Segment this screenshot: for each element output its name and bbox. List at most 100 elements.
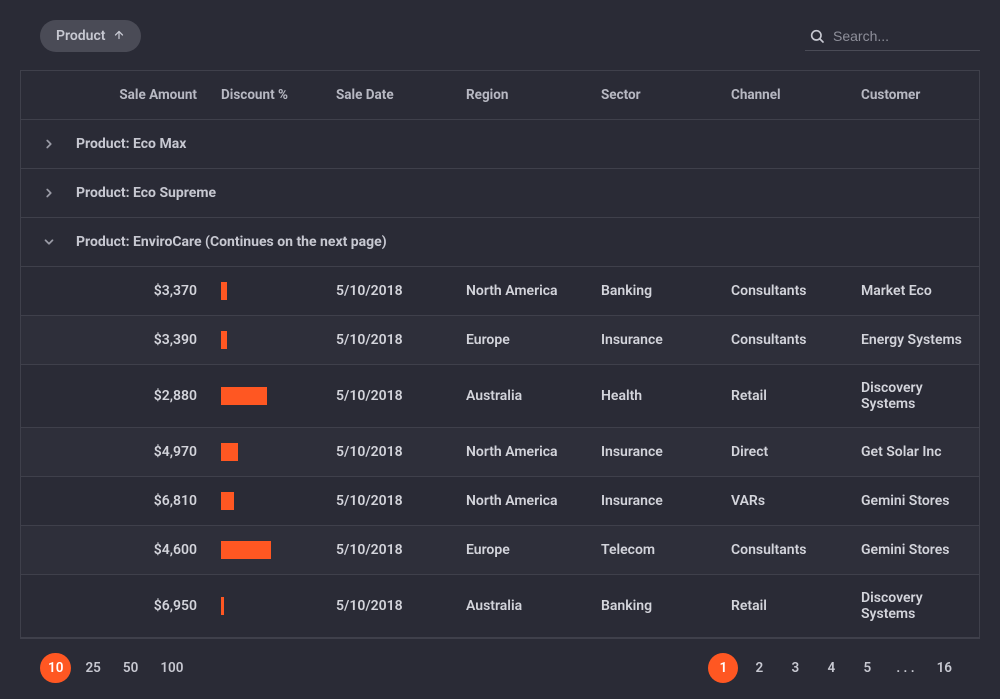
cell-sector: Telecom: [601, 527, 731, 573]
cell-sector: Banking: [601, 268, 731, 314]
table-row[interactable]: $4,970 5/10/2018North AmericaInsuranceDir…: [21, 428, 979, 477]
page-3[interactable]: 3: [780, 653, 810, 683]
group-row-envirocare[interactable]: Product: EnviroCare (Continues on the ne…: [21, 218, 979, 267]
discount-bar: [221, 387, 267, 405]
cell-discount: [221, 316, 336, 364]
col-customer[interactable]: Customer: [861, 71, 979, 119]
table-header: Sale Amount Discount % Sale Date Region …: [21, 71, 979, 120]
cell-region: Europe: [466, 317, 601, 363]
group-row-eco-supreme[interactable]: Product: Eco Supreme: [21, 169, 979, 218]
cell-customer: Market Eco: [861, 268, 979, 314]
page-size-selector: 10 25 50 100: [40, 653, 191, 683]
cell-channel: Consultants: [731, 527, 861, 573]
cell-channel: Consultants: [731, 268, 861, 314]
cell-date: 5/10/2018: [336, 268, 466, 314]
cell-channel: Direct: [731, 429, 861, 475]
group-label: Product: Eco Max: [76, 136, 186, 152]
page-1[interactable]: 1: [708, 653, 738, 683]
cell-channel: VARs: [731, 478, 861, 524]
cell-region: Australia: [466, 583, 601, 629]
col-expander: [21, 71, 76, 119]
col-channel[interactable]: Channel: [731, 71, 861, 119]
cell-discount: [221, 267, 336, 315]
table-row[interactable]: $2,880 5/10/2018AustraliaHealthRetailDisc…: [21, 365, 979, 428]
arrow-up-icon: [113, 29, 125, 44]
cell-customer: Gemini Stores: [861, 478, 979, 524]
discount-bar: [221, 597, 224, 615]
col-region[interactable]: Region: [466, 71, 601, 119]
cell-date: 5/10/2018: [336, 478, 466, 524]
search-field[interactable]: [805, 22, 980, 51]
cell-sector: Banking: [601, 583, 731, 629]
cell-customer: Gemini Stores: [861, 527, 979, 573]
cell-discount: [221, 526, 336, 574]
cell-channel: Consultants: [731, 317, 861, 363]
cell-discount: [221, 372, 336, 420]
col-sale-date[interactable]: Sale Date: [336, 71, 466, 119]
cell-sector: Insurance: [601, 317, 731, 363]
col-sector[interactable]: Sector: [601, 71, 731, 119]
group-row-eco-max[interactable]: Product: Eco Max: [21, 120, 979, 169]
col-discount[interactable]: Discount %: [221, 71, 336, 119]
search-icon: [809, 28, 825, 44]
discount-bar: [221, 331, 227, 349]
group-label: Product: Eco Supreme: [76, 185, 216, 201]
cell-sector: Insurance: [601, 478, 731, 524]
cell-customer: Discovery Systems: [861, 365, 979, 427]
cell-region: North America: [466, 268, 601, 314]
cell-discount: [221, 477, 336, 525]
table-row[interactable]: $4,600 5/10/2018EuropeTelecomConsultantsG…: [21, 526, 979, 575]
group-chip-product[interactable]: Product: [40, 20, 141, 52]
table-row[interactable]: $3,370 5/10/2018North AmericaBankingConsu…: [21, 267, 979, 316]
cell-customer: Discovery Systems: [861, 575, 979, 637]
page-ellipsis[interactable]: . . .: [888, 653, 922, 683]
cell-region: Europe: [466, 527, 601, 573]
pager: 1 2 3 4 5 . . . 16: [708, 653, 960, 683]
discount-bar: [221, 541, 271, 559]
cell-discount: [221, 428, 336, 476]
chevron-right-icon: [21, 186, 76, 200]
page-last[interactable]: 16: [929, 653, 960, 683]
page-size-25[interactable]: 25: [77, 653, 108, 683]
discount-bar: [221, 492, 234, 510]
data-grid: Sale Amount Discount % Sale Date Region …: [20, 70, 980, 639]
page-size-50[interactable]: 50: [115, 653, 146, 683]
discount-bar: [221, 443, 238, 461]
page-size-100[interactable]: 100: [152, 653, 191, 683]
cell-sale-amount: $4,970: [21, 429, 221, 475]
group-label: Product: EnviroCare (Continues on the ne…: [76, 234, 387, 250]
cell-sale-amount: $6,950: [21, 583, 221, 629]
cell-region: North America: [466, 429, 601, 475]
search-input[interactable]: [833, 28, 976, 44]
cell-sale-amount: $4,600: [21, 527, 221, 573]
cell-sale-amount: $3,390: [21, 317, 221, 363]
cell-region: North America: [466, 478, 601, 524]
table-row[interactable]: $6,810 5/10/2018North AmericaInsuranceVAR…: [21, 477, 979, 526]
cell-date: 5/10/2018: [336, 527, 466, 573]
cell-customer: Energy Systems: [861, 317, 979, 363]
cell-channel: Retail: [731, 583, 861, 629]
cell-sale-amount: $6,810: [21, 478, 221, 524]
cell-date: 5/10/2018: [336, 373, 466, 419]
cell-sector: Insurance: [601, 429, 731, 475]
col-sale-amount[interactable]: Sale Amount: [76, 71, 221, 119]
page-5[interactable]: 5: [852, 653, 882, 683]
page-size-10[interactable]: 10: [40, 653, 71, 683]
cell-discount: [221, 582, 336, 630]
cell-region: Australia: [466, 373, 601, 419]
group-chip-label: Product: [56, 28, 105, 44]
cell-sale-amount: $3,370: [21, 268, 221, 314]
cell-customer: Get Solar Inc: [861, 429, 979, 475]
cell-sector: Health: [601, 373, 731, 419]
table-row[interactable]: $6,9505/10/2018AustraliaBankingRetailDis…: [21, 575, 979, 638]
cell-date: 5/10/2018: [336, 429, 466, 475]
discount-bar: [221, 282, 227, 300]
page-2[interactable]: 2: [744, 653, 774, 683]
page-4[interactable]: 4: [816, 653, 846, 683]
cell-channel: Retail: [731, 373, 861, 419]
cell-date: 5/10/2018: [336, 317, 466, 363]
chevron-right-icon: [21, 137, 76, 151]
table-row[interactable]: $3,390 5/10/2018EuropeInsuranceConsultant…: [21, 316, 979, 365]
cell-sale-amount: $2,880: [21, 373, 221, 419]
chevron-down-icon: [21, 235, 76, 249]
